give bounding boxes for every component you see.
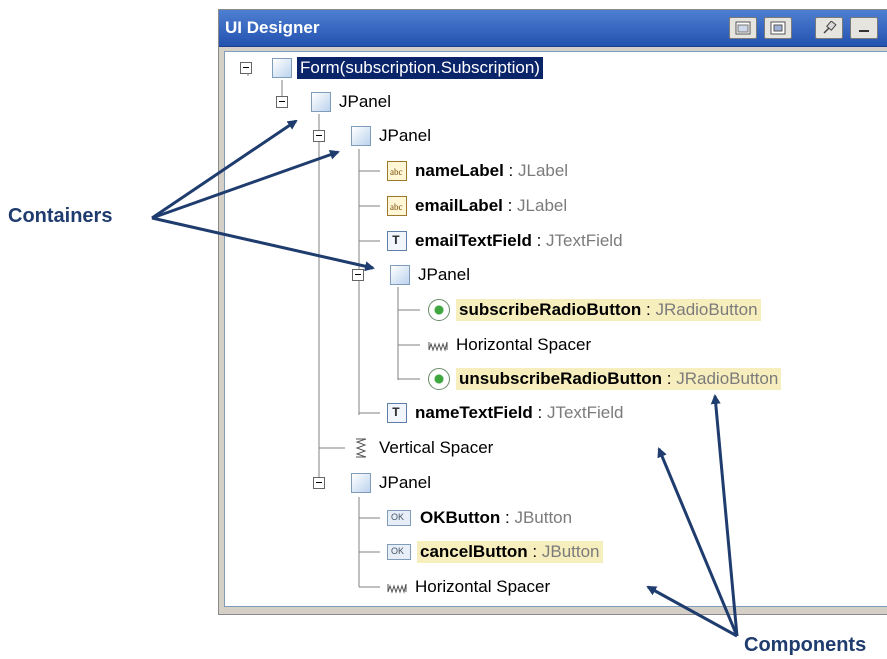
- tree-node-label: Horizontal Spacer: [415, 577, 551, 596]
- collapse-toggle[interactable]: [313, 130, 325, 142]
- button-icon: [387, 544, 411, 560]
- component-name: emailTextField: [415, 231, 532, 250]
- component-name: nameLabel: [415, 161, 504, 180]
- tree-node-label: subscribeRadioButton : JRadioButton: [456, 299, 761, 321]
- radio-icon: [428, 299, 450, 321]
- tree-node-label: nameLabel : JLabel: [415, 161, 569, 180]
- containers-arrow-3: [151, 216, 375, 272]
- containers-callout: Containers: [8, 205, 113, 227]
- button-icon: [387, 510, 411, 526]
- collapse-toggle[interactable]: [313, 477, 325, 489]
- containers-arrow-1: [151, 119, 298, 220]
- panel-icon: [390, 265, 410, 285]
- component-name: nameTextField: [415, 403, 533, 422]
- tree-node-label: emailLabel : JLabel: [415, 196, 568, 215]
- component-name: OKButton: [420, 508, 501, 527]
- component-type: JRadioButton: [655, 300, 758, 319]
- component-type: JTextField: [546, 231, 623, 250]
- components-arrow-1: [657, 447, 739, 637]
- components-arrow-3: [646, 585, 738, 638]
- collapse-toggle[interactable]: [352, 269, 364, 281]
- component-type: JRadioButton: [676, 369, 779, 388]
- tree-node-label: OKButton : JButton: [420, 508, 573, 527]
- tree-node-label: cancelButton : JButton: [417, 541, 603, 563]
- tree-node-label: Form(subscription.Subscription): [297, 57, 543, 79]
- radio-icon: [428, 368, 450, 390]
- panel-icon: [311, 92, 331, 112]
- component-name: unsubscribeRadioButton: [459, 369, 663, 388]
- tree-node-label: Vertical Spacer: [379, 438, 494, 457]
- form-icon: [272, 58, 292, 78]
- tree-node-label: JPanel: [379, 126, 431, 145]
- component-name: subscribeRadioButton: [459, 300, 642, 319]
- tree-node-label: JPanel: [418, 265, 470, 284]
- component-type: JTextField: [546, 403, 624, 422]
- tree-node-label: nameTextField : JTextField: [415, 403, 624, 422]
- component-name: emailLabel: [415, 196, 503, 215]
- horizontal-spacer-icon: [428, 335, 448, 355]
- components-arrow-2: [710, 394, 739, 637]
- collapse-toggle[interactable]: [240, 62, 252, 74]
- tree-node-label: Horizontal Spacer: [456, 335, 592, 354]
- textfield-icon: [387, 403, 407, 423]
- component-type: JButton: [514, 508, 573, 527]
- tree-node-label: emailTextField : JTextField: [415, 231, 623, 250]
- tree-node-label: JPanel: [379, 473, 431, 492]
- components-callout: Components: [744, 634, 867, 656]
- panel-icon: [351, 126, 371, 146]
- component-type: JButton: [541, 542, 600, 561]
- horizontal-spacer-icon: [387, 577, 407, 597]
- component-name: cancelButton: [420, 542, 528, 561]
- tree-node-label: JPanel: [339, 92, 391, 111]
- vertical-spacer-icon: [351, 438, 371, 458]
- textfield-icon: [387, 231, 407, 251]
- tree-node-label: unsubscribeRadioButton : JRadioButton: [456, 368, 782, 390]
- panel-icon: [351, 473, 371, 493]
- component-type: JLabel: [517, 196, 568, 215]
- collapse-toggle[interactable]: [276, 96, 288, 108]
- component-type: JLabel: [517, 161, 569, 180]
- label-icon: [387, 161, 407, 181]
- label-icon: [387, 196, 407, 216]
- containers-arrow-2: [151, 149, 340, 220]
